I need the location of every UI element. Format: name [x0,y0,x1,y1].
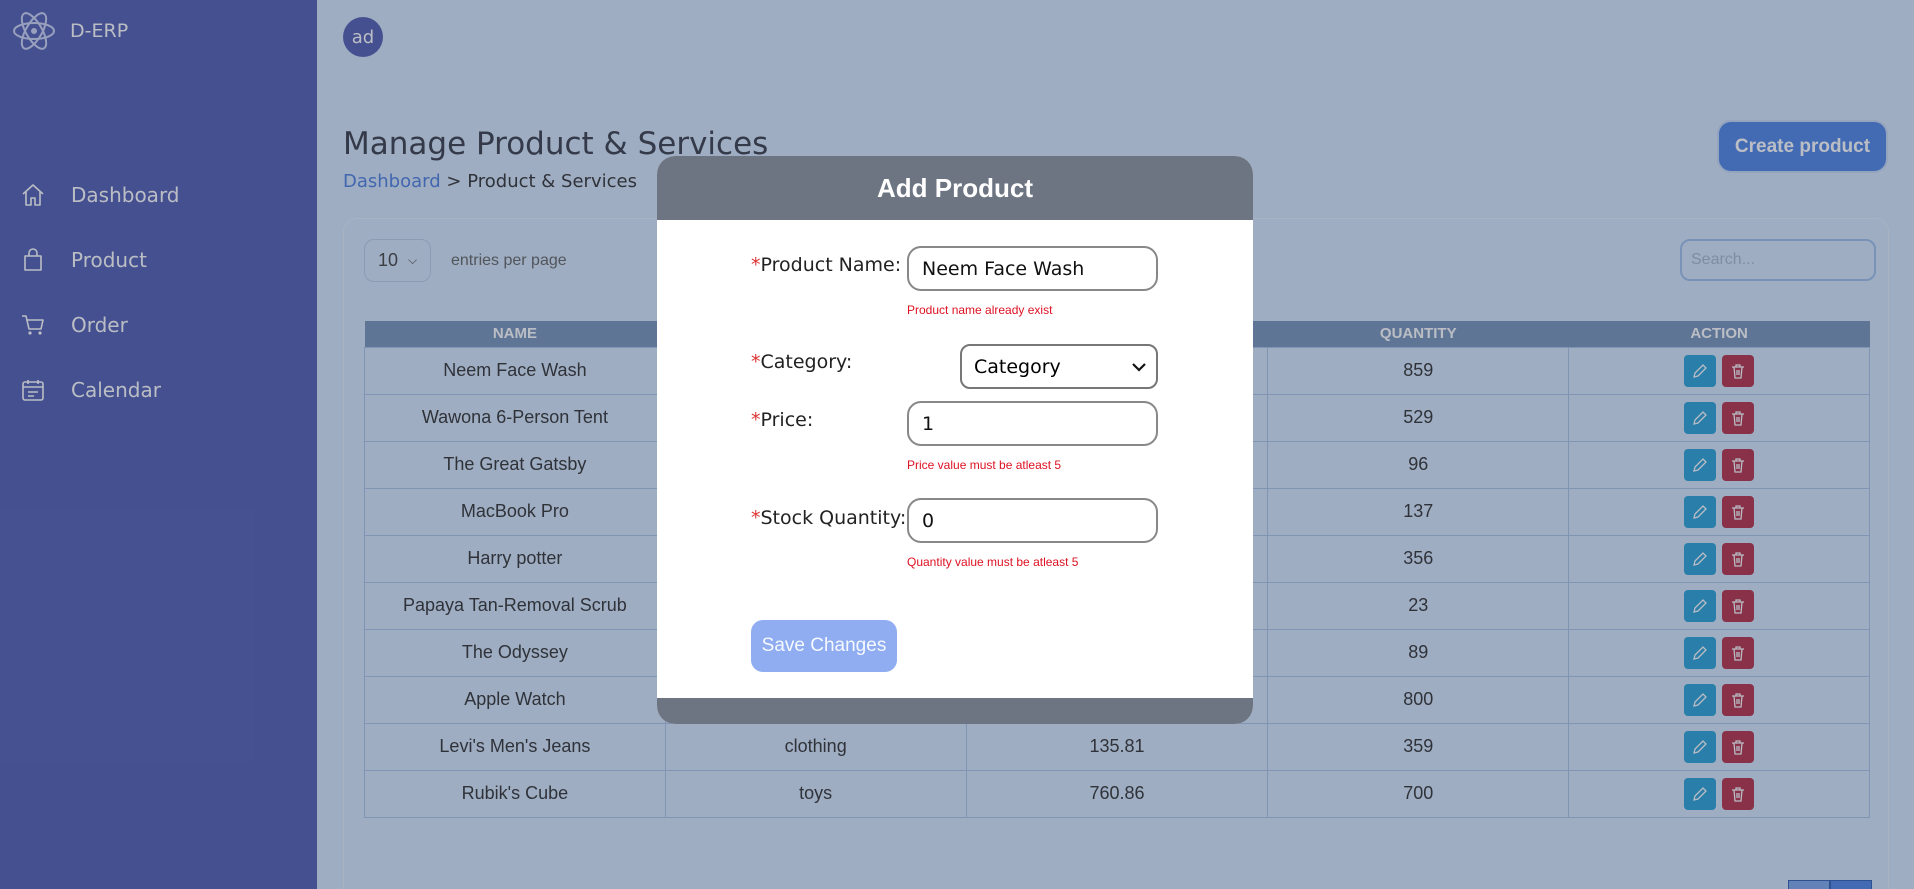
required-mark: * [751,409,761,431]
category-label-text: Category: [760,351,853,373]
category-label: *Category: [751,351,852,373]
stock-quantity-error: Quantity value must be atleast 5 [907,555,1079,569]
required-mark: * [751,507,761,529]
chevron-down-icon [1132,362,1146,372]
add-product-modal: Add Product *Product Name: Neem Face Was… [657,156,1253,724]
save-changes-button[interactable]: Save Changes [751,620,897,672]
category-select[interactable]: Category [960,344,1158,389]
product-name-label: *Product Name: [751,254,901,276]
product-name-input[interactable]: Neem Face Wash [907,246,1158,291]
price-label: *Price: [751,409,813,431]
category-value: Category [974,355,1061,378]
required-mark: * [751,351,761,373]
price-label-text: Price: [760,409,814,431]
price-error: Price value must be atleast 5 [907,458,1062,472]
product-name-label-text: Product Name: [760,254,902,276]
price-input[interactable]: 1 [907,401,1158,446]
stock-quantity-label-text: Stock Quantity: [760,507,907,529]
modal-title: Add Product [657,156,1253,220]
stock-quantity-input[interactable]: 0 [907,498,1158,543]
stock-quantity-label: *Stock Quantity: [751,507,906,529]
product-name-error: Product name already exist [907,303,1053,317]
required-mark: * [751,254,761,276]
modal-footer [657,698,1253,724]
